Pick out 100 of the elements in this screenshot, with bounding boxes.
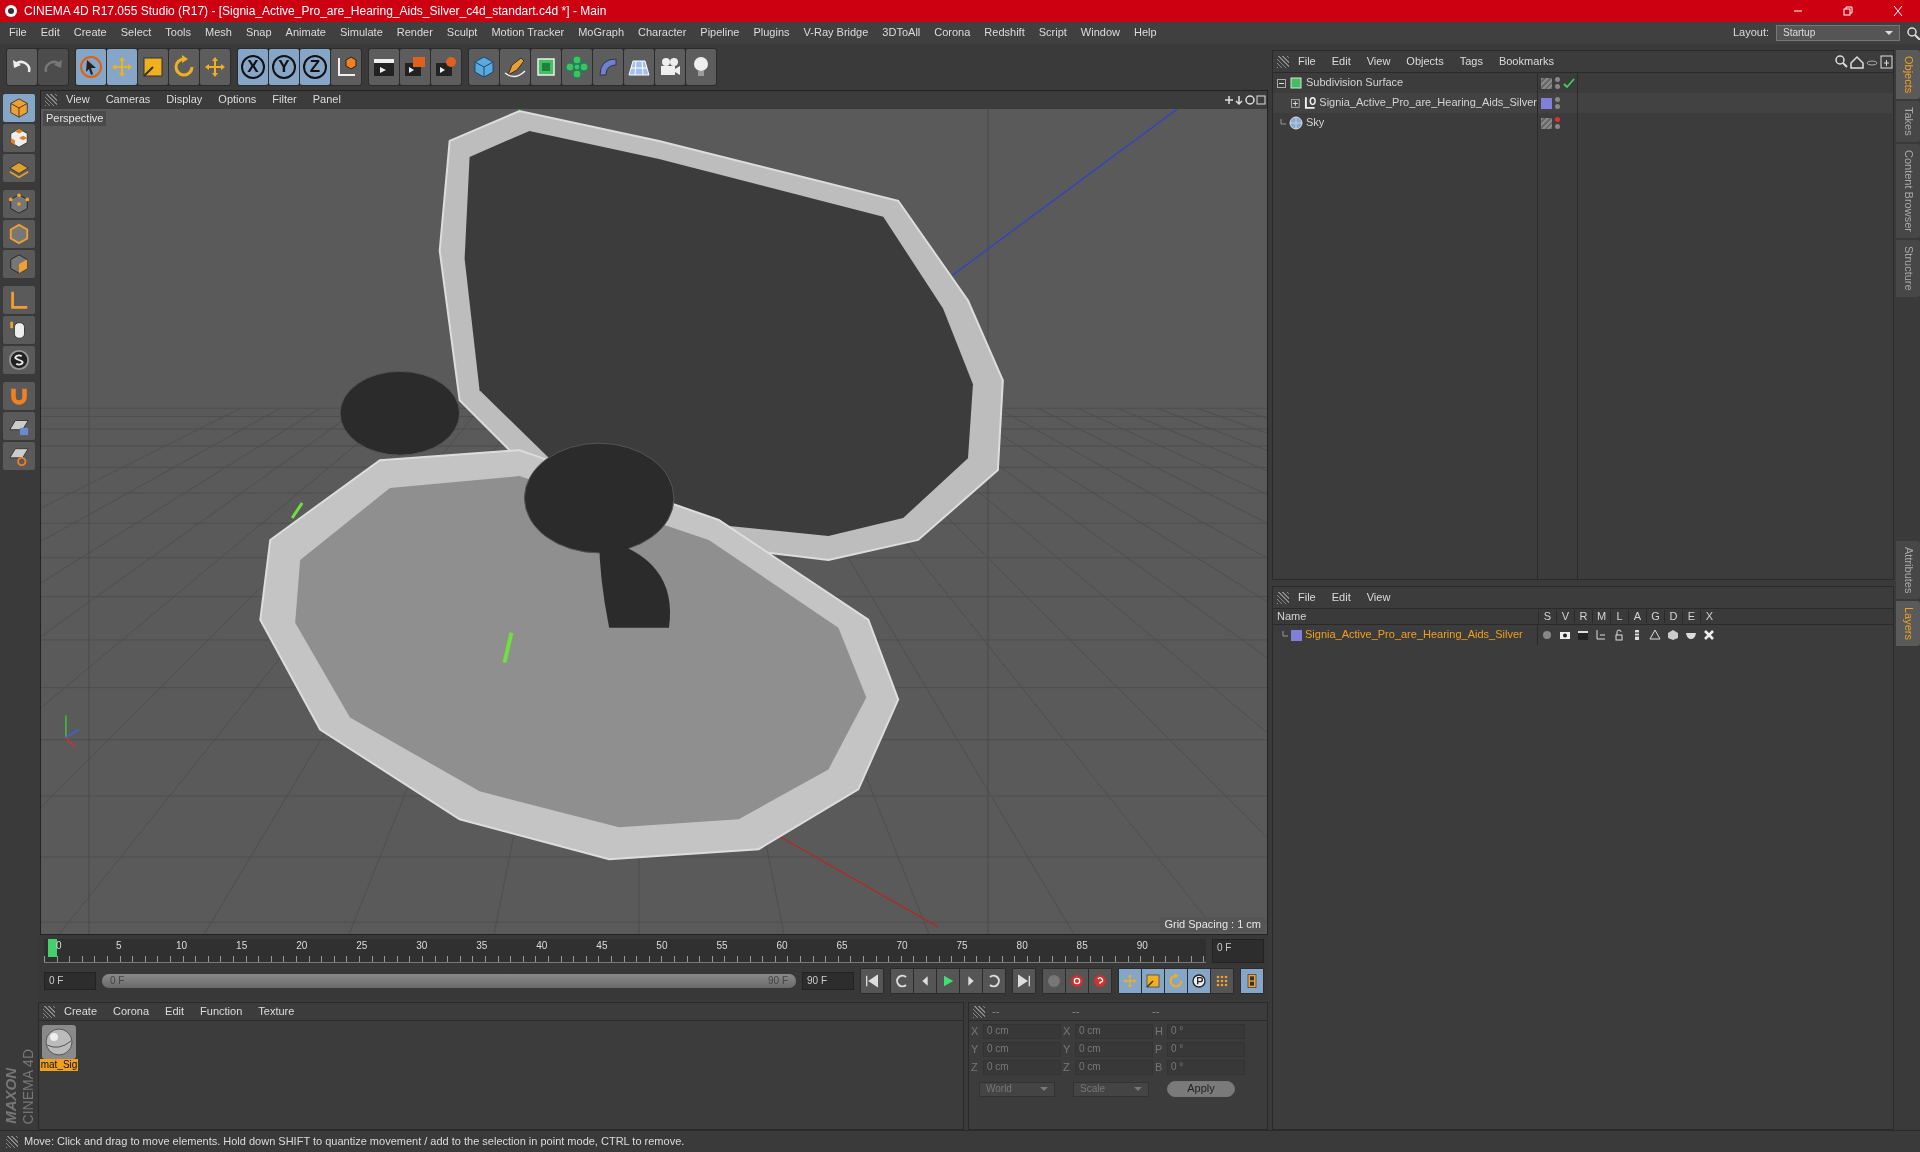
grip-icon[interactable] <box>1277 591 1289 604</box>
object-menu-item[interactable]: Bookmarks <box>1491 52 1561 71</box>
menu-item[interactable]: Redshift <box>977 24 1032 42</box>
render-picture-button[interactable] <box>400 49 430 85</box>
cube-button[interactable] <box>3 94 35 122</box>
menu-item[interactable]: Tools <box>158 24 198 42</box>
axis-lock-button[interactable]: Y <box>269 49 299 85</box>
no-layer-icon[interactable] <box>1541 117 1552 129</box>
object-menu-item[interactable]: Objects <box>1399 52 1451 71</box>
apply-button[interactable]: Apply <box>1167 1081 1235 1097</box>
record-button[interactable] <box>1066 969 1088 993</box>
grip-icon[interactable] <box>973 1005 985 1018</box>
cloner-button[interactable] <box>562 49 592 85</box>
menu-item[interactable]: V-Ray Bridge <box>796 24 876 42</box>
subdivision-button[interactable] <box>531 49 561 85</box>
layer-color-swatch[interactable] <box>1541 97 1552 109</box>
hierarchy-icon[interactable] <box>1595 629 1607 641</box>
start-frame-field[interactable]: 0 F <box>44 972 96 990</box>
pyramid-icon[interactable] <box>1649 629 1661 641</box>
menu-item[interactable]: 3DToAll <box>875 24 928 42</box>
visibility-dots[interactable] <box>1555 77 1560 89</box>
menu-item[interactable]: Corona <box>927 24 978 42</box>
layer-menu-item[interactable]: Edit <box>1324 588 1358 607</box>
timeline-ruler[interactable]: 0 5 10 15 20 25 30 35 40 45 50 55 60 65 70 75 80 85 90 <box>44 939 1206 963</box>
grid-lock-button[interactable] <box>3 412 35 440</box>
object-menu-item[interactable]: Edit <box>1324 52 1358 71</box>
next-key-button[interactable] <box>983 969 1005 993</box>
material-menu-item[interactable]: Edit <box>158 1002 192 1021</box>
menu-item[interactable]: Select <box>113 24 159 42</box>
menu-item[interactable]: MoGraph <box>571 24 632 42</box>
collapse-icon[interactable] <box>1277 78 1286 88</box>
viewport-menu-item[interactable]: Options <box>211 91 264 109</box>
side-tab[interactable]: Attributes <box>1896 540 1920 600</box>
magnet-button[interactable] <box>3 382 35 410</box>
point-mode-button[interactable] <box>3 190 35 218</box>
visibility-dots[interactable] <box>1555 117 1560 129</box>
material-name[interactable]: mat_Sig <box>39 1059 79 1071</box>
menu-item[interactable]: Motion Tracker <box>484 24 572 42</box>
menu-item[interactable]: Plugins <box>746 24 797 42</box>
grip-icon[interactable] <box>45 94 57 106</box>
menu-item[interactable]: File <box>2 24 34 42</box>
menu-item[interactable]: Help <box>1126 24 1164 42</box>
cube-icon[interactable] <box>1667 629 1679 641</box>
skip-end-button[interactable] <box>1013 969 1035 993</box>
select-tool-button[interactable] <box>76 49 106 85</box>
rotate-tool-button[interactable] <box>169 49 199 85</box>
menu-item[interactable]: Animate <box>278 24 333 42</box>
axis-button[interactable] <box>3 286 35 314</box>
light-button[interactable] <box>686 49 716 85</box>
menu-item[interactable]: Snap <box>238 24 279 42</box>
transform-tool-button[interactable] <box>200 49 230 85</box>
help-button[interactable] <box>1089 969 1111 993</box>
menu-item[interactable]: Script <box>1031 24 1074 42</box>
material-menu-item[interactable]: Function <box>193 1002 250 1021</box>
layered-plane-button[interactable] <box>3 154 35 182</box>
axis-lock-button[interactable]: Z <box>300 49 330 85</box>
step-back-button[interactable] <box>914 969 936 993</box>
cross-icon[interactable] <box>1703 629 1715 641</box>
point-level-button[interactable] <box>1211 969 1233 993</box>
layer-menu-item[interactable]: View <box>1359 588 1398 607</box>
grip-icon[interactable] <box>6 1135 18 1148</box>
side-tab[interactable]: Structure <box>1896 240 1920 297</box>
object-menu-item[interactable]: File <box>1291 52 1323 71</box>
object-menu-item[interactable]: Tags <box>1452 52 1490 71</box>
cube-object-button[interactable] <box>469 49 499 85</box>
grip-icon[interactable] <box>43 1005 55 1018</box>
polygon-mode-button[interactable] <box>3 250 35 278</box>
undo-button[interactable] <box>7 49 37 85</box>
material-thumbnail[interactable] <box>42 1025 76 1059</box>
object-name[interactable]: Sky <box>1306 116 1325 130</box>
solo-button[interactable] <box>3 346 35 374</box>
eye-icon[interactable] <box>1559 629 1571 641</box>
camera-button[interactable] <box>655 49 685 85</box>
menu-item[interactable]: Pipeline <box>693 24 747 42</box>
edge-mode-button[interactable] <box>3 220 35 248</box>
end-frame-field[interactable]: 90 F <box>802 972 854 990</box>
material-menu-item[interactable]: Corona <box>106 1002 157 1021</box>
menu-item[interactable]: Simulate <box>332 24 390 42</box>
checker-cube-button[interactable] <box>3 124 35 152</box>
current-frame-field[interactable]: 0 F <box>1212 939 1264 963</box>
pen-tool-button[interactable] <box>500 49 530 85</box>
layer-color-swatch[interactable] <box>1291 629 1302 641</box>
viewport-menu-item[interactable]: View <box>59 91 97 109</box>
menu-item[interactable]: Mesh <box>198 24 239 42</box>
viewport-menu-item[interactable]: Cameras <box>98 91 158 109</box>
menu-item[interactable]: Render <box>389 24 440 42</box>
axis-lock-button[interactable]: X <box>238 49 268 85</box>
clapperboard-icon[interactable] <box>1577 629 1589 641</box>
visibility-dots[interactable] <box>1555 97 1560 109</box>
previous-key-button[interactable] <box>891 969 913 993</box>
render-view-button[interactable] <box>369 49 399 85</box>
parameter-key-button[interactable] <box>1188 969 1210 993</box>
layer-name[interactable]: Signia_Active_Pro_are_Hearing_Aids_Silver <box>1305 628 1523 642</box>
layer-menu-item[interactable]: File <box>1291 588 1323 607</box>
film-strip-button[interactable] <box>1241 969 1263 993</box>
layout-dropdown[interactable]: Startup <box>1776 25 1900 41</box>
deformer-button[interactable] <box>593 49 623 85</box>
side-tab[interactable]: Takes <box>1896 101 1920 143</box>
no-layer-icon[interactable] <box>1541 77 1552 89</box>
skip-start-button[interactable] <box>861 969 883 993</box>
